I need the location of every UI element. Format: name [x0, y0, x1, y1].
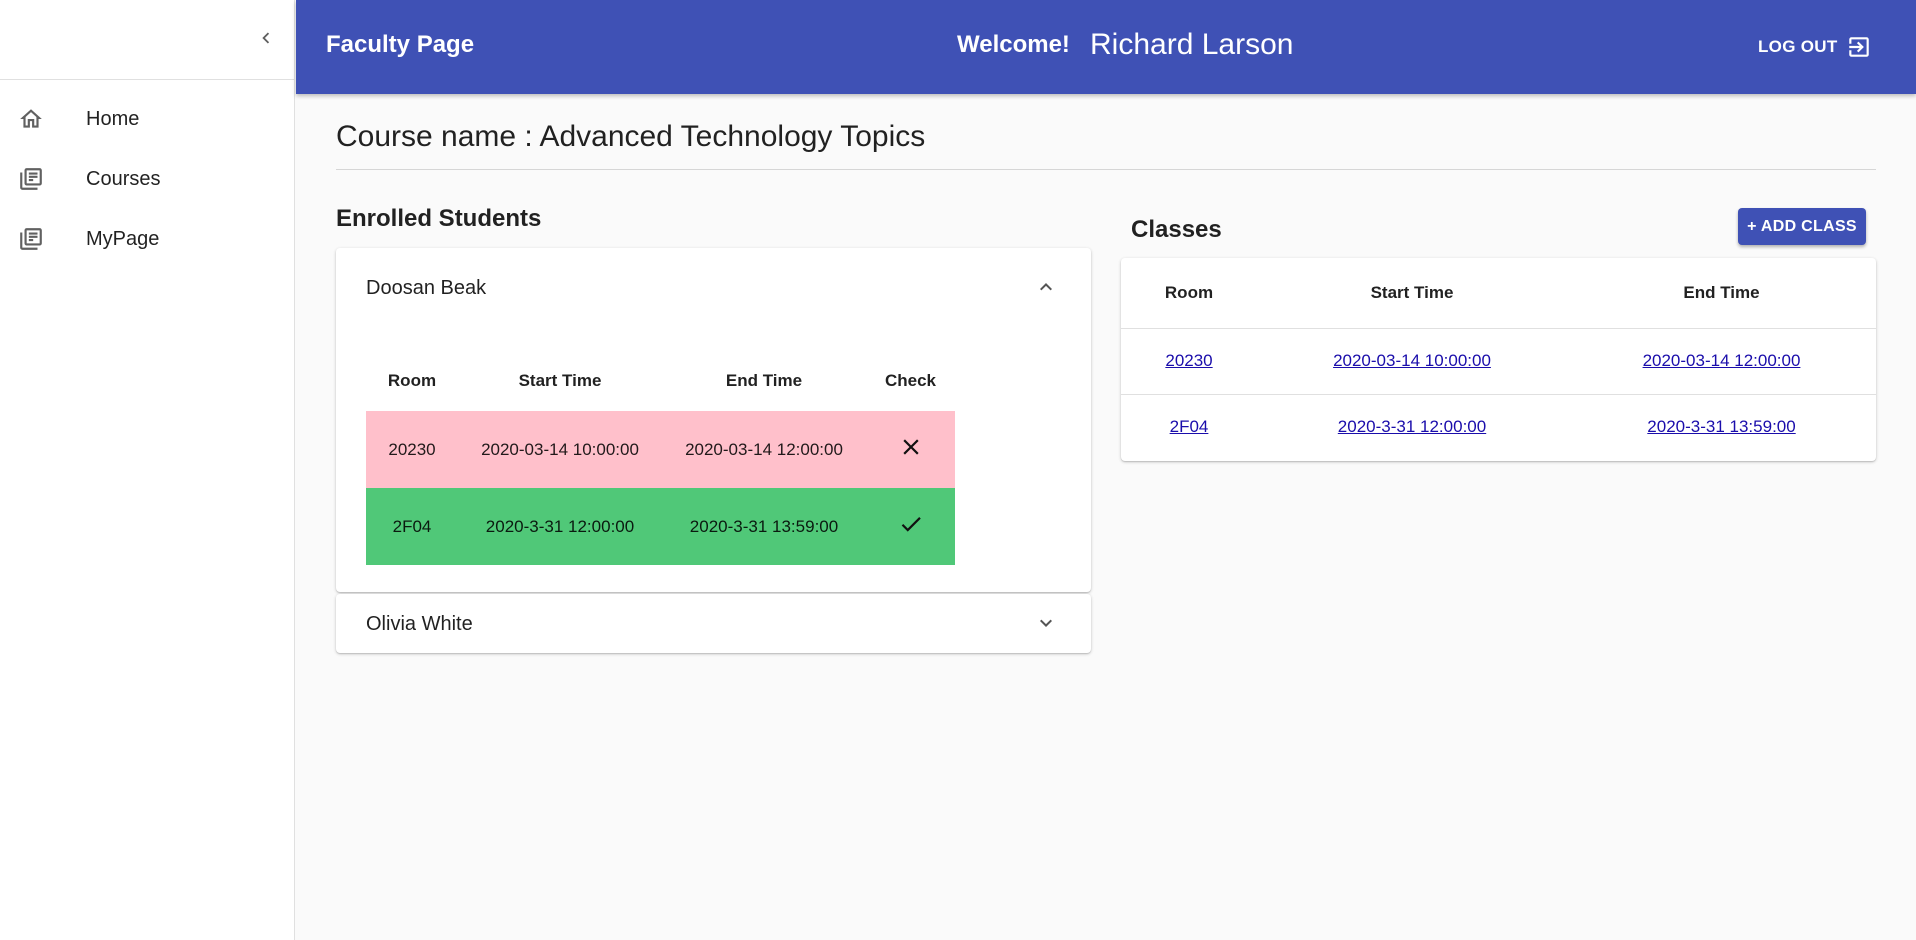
- user-name: Richard Larson: [1090, 28, 1294, 61]
- start-time-cell: 2020-3-31 12:00:00: [458, 488, 662, 565]
- room-cell: 20230: [366, 411, 458, 488]
- collapse-sidebar-button[interactable]: [250, 24, 282, 56]
- add-class-button[interactable]: + ADD CLASS: [1738, 208, 1866, 245]
- table-header-row: Room Start Time End Time: [1121, 258, 1876, 329]
- enrolled-students-title: Enrolled Students: [336, 205, 542, 232]
- course-name: Course name : Advanced Technology Topics: [336, 120, 926, 153]
- end-time-link[interactable]: 2020-03-14 12:00:00: [1643, 351, 1801, 370]
- divider: [336, 169, 1876, 170]
- classes-table: Room Start Time End Time 20230 2020-03-1…: [1121, 258, 1876, 460]
- end-time-link[interactable]: 2020-3-31 13:59:00: [1647, 417, 1795, 436]
- start-time-cell: 2020-3-31 12:00:00: [1257, 394, 1567, 460]
- check-icon: [898, 517, 924, 541]
- column-header-end-time: End Time: [1567, 258, 1876, 329]
- student-accordion: Olivia White: [336, 594, 1091, 653]
- room-cell: 2F04: [1121, 394, 1257, 460]
- student-name: Olivia White: [366, 613, 473, 635]
- table-row: 2F04 2020-3-31 12:00:00 2020-3-31 13:59:…: [1121, 394, 1876, 460]
- room-link[interactable]: 20230: [1165, 351, 1212, 370]
- chevron-up-icon: [1034, 275, 1058, 299]
- welcome-text: Welcome!: [957, 31, 1070, 58]
- close-icon: [898, 439, 924, 464]
- check-cell: [866, 411, 955, 488]
- sidebar-nav: Home Courses MyPage: [0, 80, 294, 269]
- table-row: 20230 2020-03-14 10:00:00 2020-03-14 12:…: [366, 411, 955, 488]
- table-row: 20230 2020-03-14 10:00:00 2020-03-14 12:…: [1121, 328, 1876, 395]
- student-accordion-header[interactable]: Olivia White: [336, 594, 1091, 653]
- end-time-cell: 2020-03-14 12:00:00: [1567, 328, 1876, 395]
- chevron-left-icon: [255, 27, 277, 54]
- library-books-icon: [18, 166, 44, 192]
- sidebar-item-label: MyPage: [86, 227, 160, 250]
- room-cell: 20230: [1121, 328, 1257, 395]
- student-accordion: Doosan Beak Room Start Time End Time Che…: [336, 248, 1091, 592]
- app-bar: Faculty Page Welcome! Richard Larson LOG…: [296, 0, 1916, 94]
- library-books-icon: [18, 226, 44, 252]
- check-cell: [866, 488, 955, 565]
- column-header-start-time: Start Time: [518, 371, 602, 390]
- sidebar-item-courses[interactable]: Courses: [0, 149, 294, 209]
- column-header-room: Room: [1121, 258, 1257, 329]
- home-icon: [18, 106, 44, 132]
- start-time-link[interactable]: 2020-03-14 10:00:00: [1333, 351, 1491, 370]
- logout-button[interactable]: LOG OUT: [1758, 29, 1872, 65]
- student-accordion-header[interactable]: Doosan Beak: [336, 248, 1091, 328]
- start-time-link[interactable]: 2020-3-31 12:00:00: [1338, 417, 1486, 436]
- end-time-cell: 2020-3-31 13:59:00: [1567, 394, 1876, 460]
- classes-table-panel: Room Start Time End Time 20230 2020-03-1…: [1121, 258, 1876, 461]
- sidebar-header: [0, 0, 294, 80]
- column-header-check: Check: [884, 371, 937, 390]
- end-time-cell: 2020-03-14 12:00:00: [662, 411, 866, 488]
- attendance-table: Room Start Time End Time Check 20230 202…: [366, 351, 955, 565]
- logout-label: LOG OUT: [1758, 37, 1838, 56]
- column-header-room: Room: [387, 371, 437, 390]
- sidebar: Home Courses MyPage: [0, 0, 295, 940]
- column-header-end-time: End Time: [725, 371, 803, 390]
- start-time-cell: 2020-03-14 10:00:00: [458, 411, 662, 488]
- sidebar-item-home[interactable]: Home: [0, 89, 294, 149]
- room-cell: 2F04: [366, 488, 458, 565]
- table-header-row: Room Start Time End Time Check: [366, 351, 955, 411]
- classes-title: Classes: [1131, 216, 1222, 243]
- sidebar-item-label: Home: [86, 107, 140, 130]
- sidebar-item-label: Courses: [86, 167, 161, 190]
- room-link[interactable]: 2F04: [1170, 417, 1209, 436]
- table-row: 2F04 2020-3-31 12:00:00 2020-3-31 13:59:…: [366, 488, 955, 565]
- student-name: Doosan Beak: [366, 277, 487, 299]
- column-header-start-time: Start Time: [1257, 258, 1567, 329]
- chevron-down-icon: [1034, 611, 1058, 635]
- start-time-cell: 2020-03-14 10:00:00: [1257, 328, 1567, 395]
- sidebar-item-mypage[interactable]: MyPage: [0, 209, 294, 269]
- end-time-cell: 2020-3-31 13:59:00: [662, 488, 866, 565]
- exit-icon: [1846, 34, 1872, 60]
- page-title: Faculty Page: [326, 31, 475, 58]
